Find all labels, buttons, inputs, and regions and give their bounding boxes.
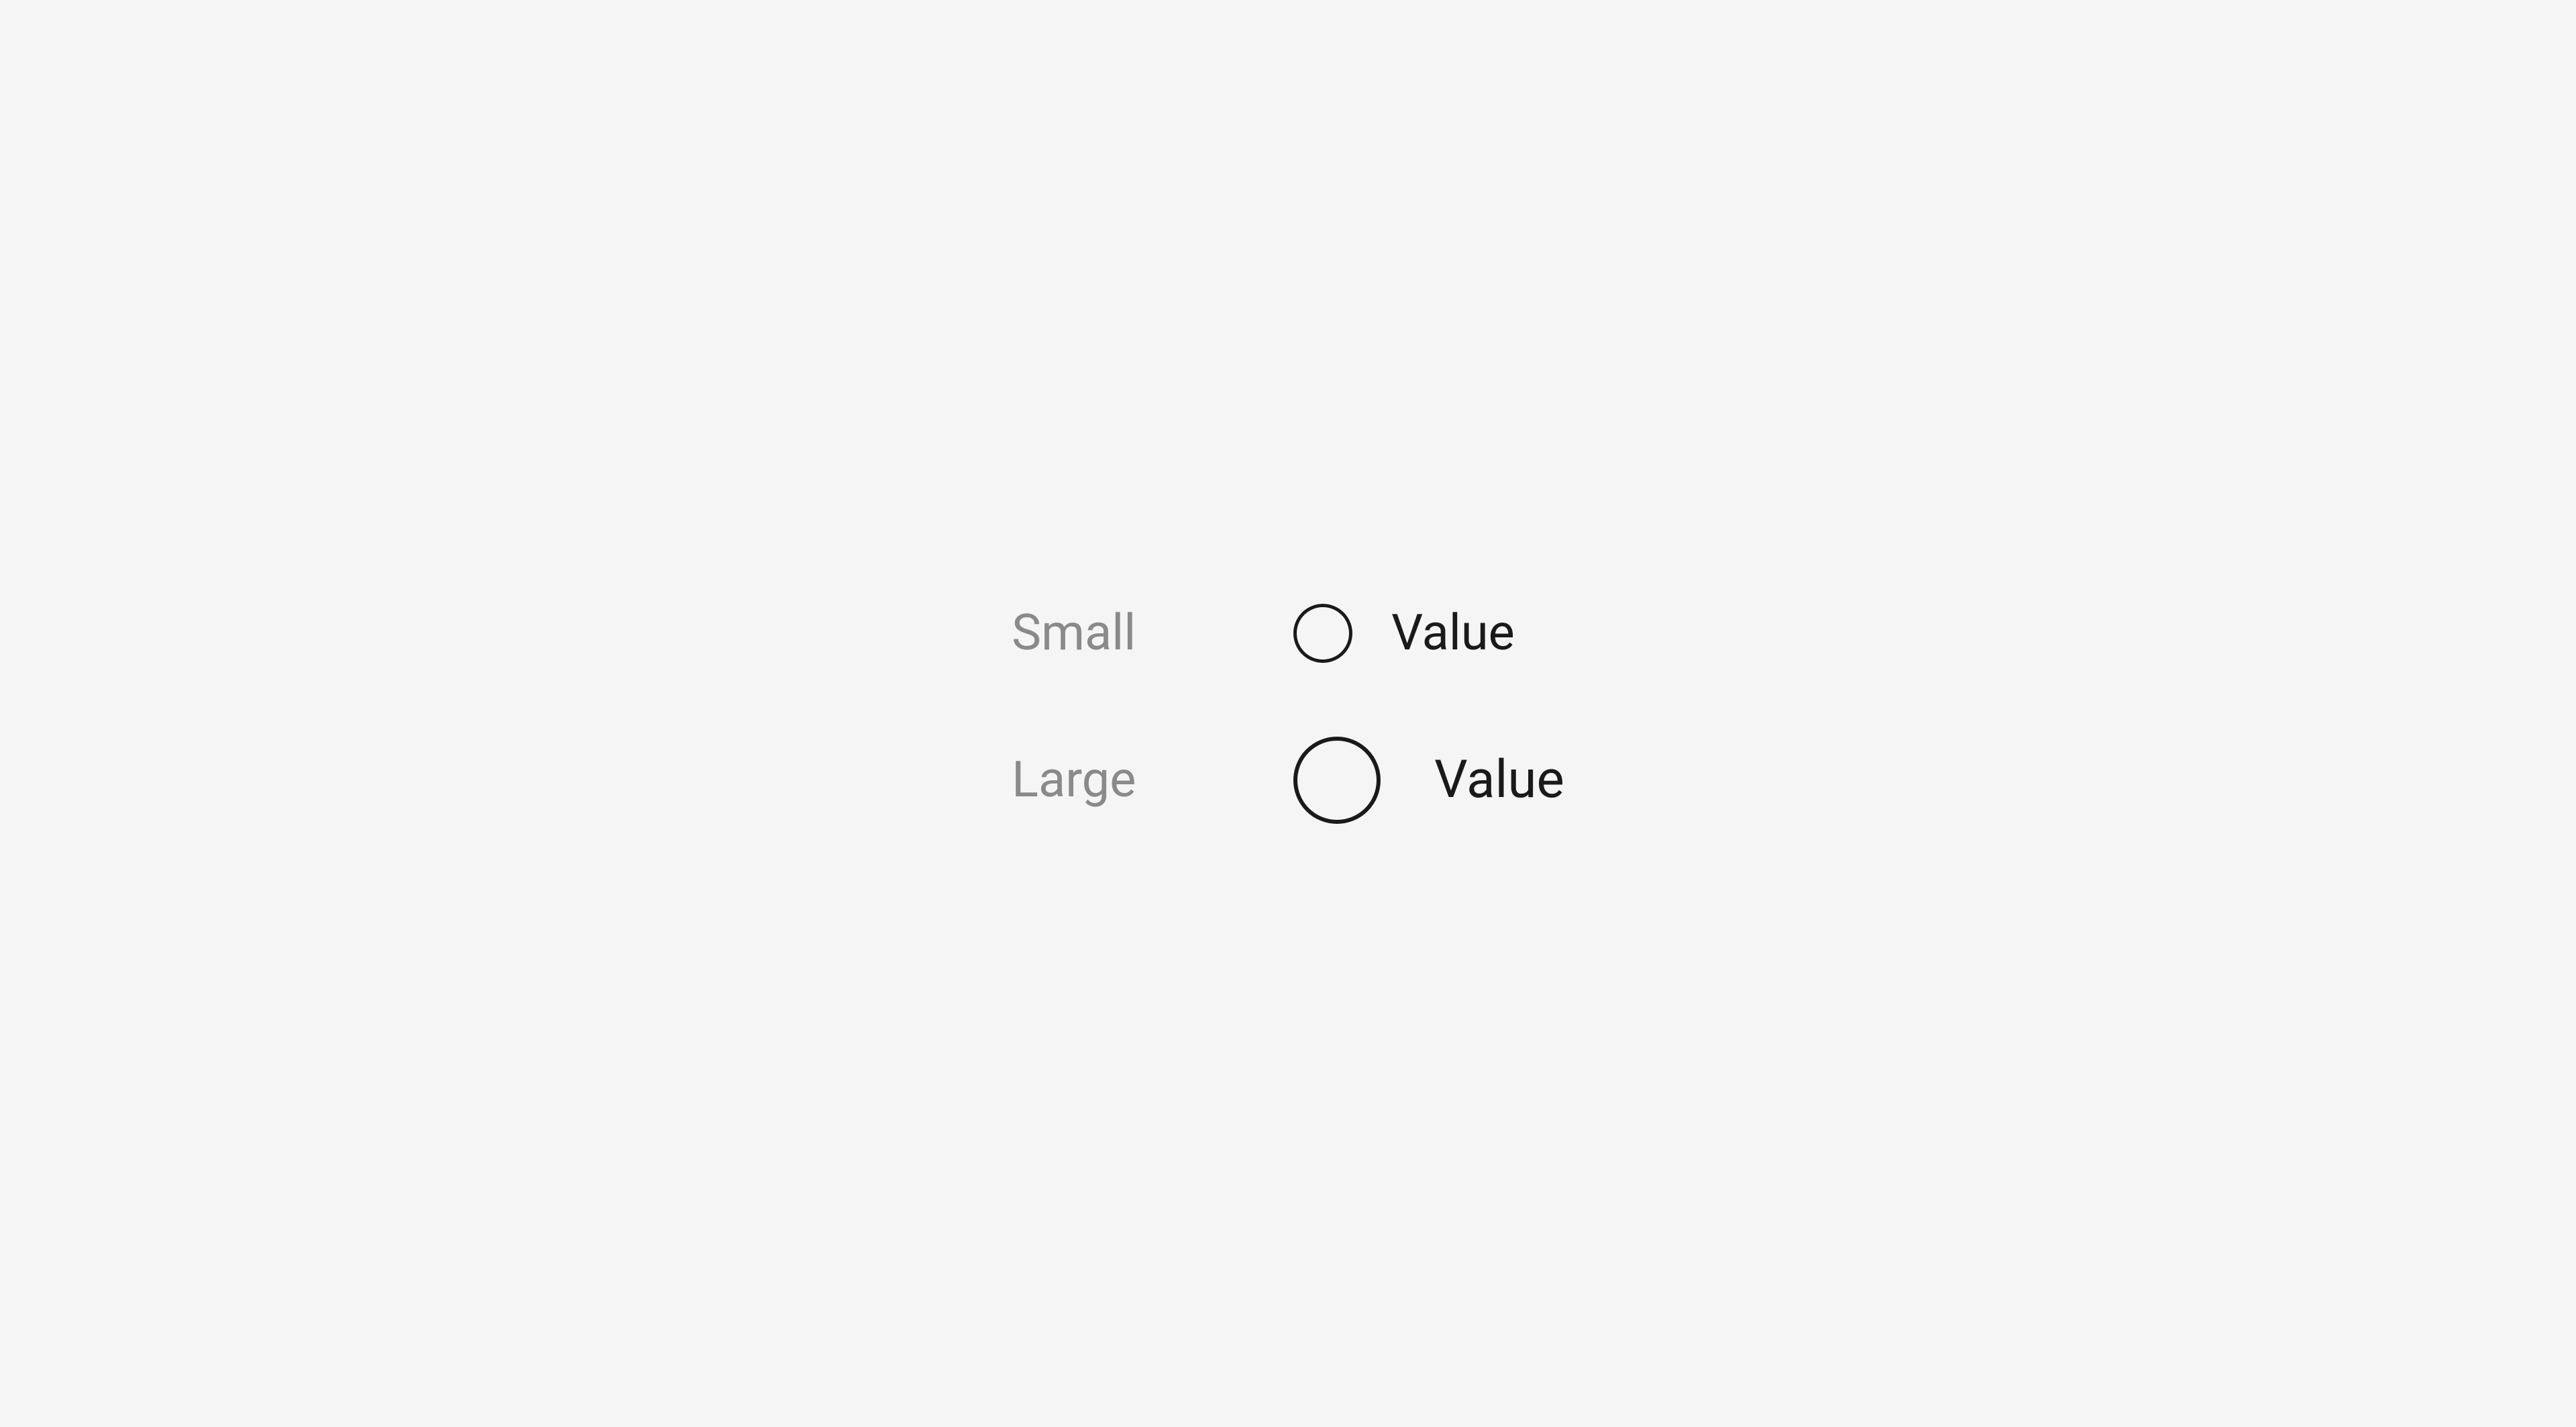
- large-radio-group: Value: [1293, 737, 1564, 824]
- small-size-label: Small: [1012, 604, 1293, 662]
- large-radio-row: Large Value: [1012, 737, 1564, 824]
- large-radio-button[interactable]: [1293, 737, 1381, 824]
- large-size-label: Large: [1012, 751, 1293, 809]
- small-radio-row: Small Value: [1012, 604, 1564, 663]
- large-radio-value-label: Value: [1434, 749, 1564, 810]
- small-radio-group: Value: [1293, 604, 1515, 663]
- small-radio-button[interactable]: [1293, 604, 1352, 663]
- radio-size-showcase: Small Value Large Value: [1012, 604, 1564, 824]
- small-radio-value-label: Value: [1391, 604, 1515, 662]
